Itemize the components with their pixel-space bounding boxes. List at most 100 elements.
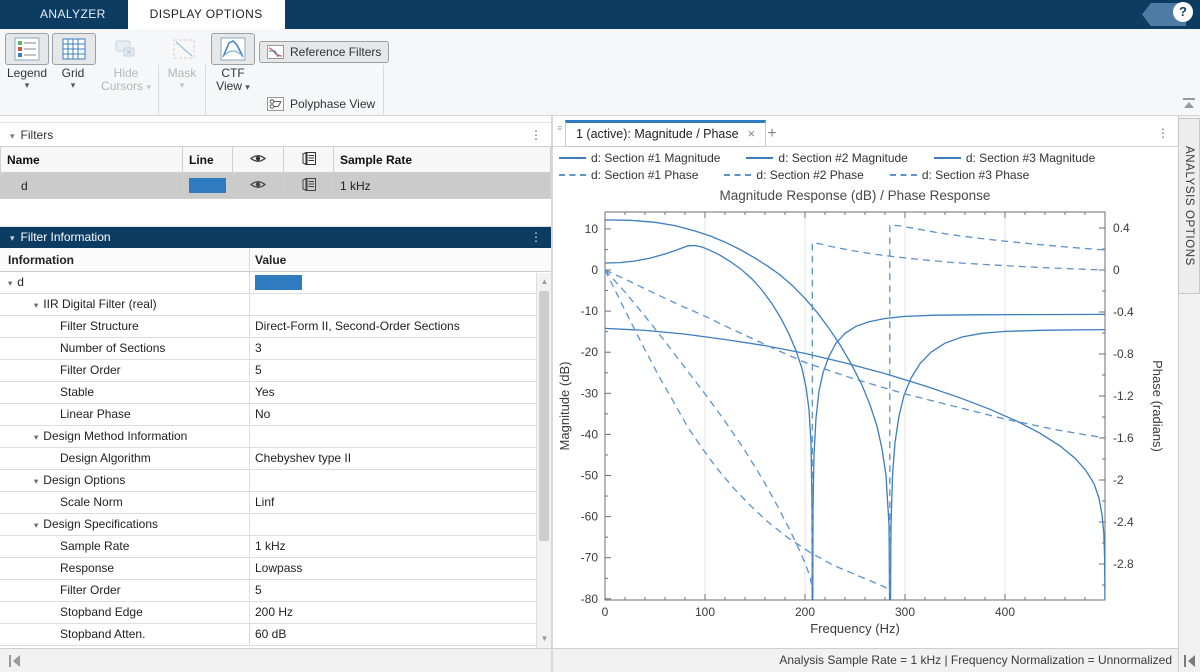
info-row[interactable]: Filter Order5 [0,360,551,382]
info-row-value [255,272,535,294]
info-row[interactable]: ResponseLowpass [0,558,551,580]
col-sample-rate[interactable]: Sample Rate [334,147,551,173]
tree-collapse-icon[interactable]: ▾ [34,432,38,442]
legend-item[interactable]: d: Section #3 Magnitude [934,151,1095,165]
info-row-label: Sample Rate [0,536,129,558]
filter-info-toggle[interactable] [284,173,334,199]
svg-text:0: 0 [1113,263,1120,277]
filter-info-scrollbar[interactable]: ▲ ▼ [536,273,551,648]
scroll-up-icon[interactable]: ▲ [537,275,552,289]
grid-button[interactable]: Grid ▾ [52,33,94,90]
info-row-label: Stable [0,382,94,404]
info-row-label: Number of Sections [0,338,165,360]
info-row[interactable]: ▾d [0,272,551,294]
legend-item[interactable]: d: Section #2 Magnitude [746,151,907,165]
scroll-down-icon[interactable]: ▼ [537,632,552,646]
filters-panel-header[interactable]: ▾Filters ⋮ [0,122,551,146]
legend-item[interactable]: d: Section #3 Phase [890,168,1029,182]
filter-line-swatch[interactable] [189,178,226,193]
svg-text:-0.8: -0.8 [1113,347,1134,361]
info-row[interactable]: Linear PhaseNo [0,404,551,426]
legend-item[interactable]: d: Section #1 Magnitude [559,151,720,165]
legend-item-label: d: Section #1 Phase [591,168,698,182]
toolstrip-tabs: ANALYZERDISPLAY OPTIONS [18,0,285,29]
analysis-status-text: Analysis Sample Rate = 1 kHz | Frequency… [779,653,1172,667]
info-row-label: ▾Design Options [0,470,125,492]
info-row[interactable]: StableYes [0,382,551,404]
polyphase-view-button[interactable]: Polyphase View [259,93,383,115]
svg-text:-1.6: -1.6 [1113,431,1134,445]
tree-collapse-icon[interactable]: ▾ [34,520,38,530]
info-row-value: 5 [255,580,535,602]
svg-text:-0.4: -0.4 [1113,305,1134,319]
info-row[interactable]: Scale NormLinf [0,492,551,514]
info-row[interactable]: Filter Order5 [0,580,551,602]
legend-item[interactable]: d: Section #2 Phase [724,168,863,182]
tree-collapse-icon[interactable]: ▾ [34,476,38,486]
info-row-value [255,514,535,536]
collapse-options-icon[interactable] [1181,96,1197,110]
filter-visibility-toggle[interactable] [233,173,284,199]
info-row[interactable]: Stopband Edge200 Hz [0,602,551,624]
analysis-options-tab[interactable]: ANALYSIS OPTIONS [1178,118,1200,294]
col-information[interactable]: Information [8,248,74,272]
info-row[interactable]: Stopband Atten.60 dB [0,624,551,646]
collapse-left-panel-icon[interactable] [8,654,22,668]
filter-info-header[interactable]: ▾Filter Information ⋮ [0,227,551,248]
restore-panel-icon[interactable] [1183,654,1197,668]
svg-text:-10: -10 [581,304,599,318]
col-info[interactable] [284,147,334,173]
scrollbar-thumb[interactable] [539,291,549,541]
info-row[interactable]: ▾IIR Digital Filter (real) [0,294,551,316]
info-row-value: 3 [255,338,535,360]
tree-collapse-icon[interactable]: ▾ [34,300,38,310]
grid-label: Grid [52,67,94,80]
col-visibility[interactable] [233,147,284,173]
legend-item[interactable]: d: Section #1 Phase [559,168,698,182]
new-display-button[interactable]: + [761,124,783,144]
legend-button[interactable]: Legend ▾ [4,33,50,90]
tree-collapse-icon[interactable]: ▾ [8,278,12,288]
filter-info-body: ▾d▾IIR Digital Filter (real)Filter Struc… [0,272,551,646]
info-row[interactable]: ▾Design Method Information [0,426,551,448]
ctf-label2: View [216,79,242,93]
filter-row-d[interactable]: d 1 kHz [1,173,551,199]
hide-cursors-caret: ▾ [146,82,151,92]
svg-text:200: 200 [795,605,815,619]
tab-display-options[interactable]: DISPLAY OPTIONS [128,0,285,29]
info-row[interactable]: Sample Rate1 kHz [0,536,551,558]
filters-collapse-icon[interactable]: ▾ [10,131,15,141]
filters-menu-icon[interactable]: ⋮ [529,123,543,147]
info-row-value: Direct-Form II, Second-Order Sections [255,316,535,338]
legend-item-label: d: Section #3 Phase [922,168,1029,182]
mask-icon [171,37,197,61]
col-name[interactable]: Name [1,147,183,173]
ctf-view-button[interactable]: CTF View ▾ [210,33,256,93]
filters-empty-area [0,199,551,227]
info-row[interactable]: Design AlgorithmChebyshev type II [0,448,551,470]
panel-grip-icon[interactable]: ≡ [557,126,565,140]
info-row[interactable]: Number of Sections 3 [0,338,551,360]
display-tab-1[interactable]: 1 (active): Magnitude / Phase × [565,120,766,147]
reference-filters-button[interactable]: Reference Filters [259,41,389,63]
tab-close-icon[interactable]: × [748,126,756,141]
col-value[interactable]: Value [255,248,286,272]
svg-text:-50: -50 [581,469,599,483]
display-menu-icon[interactable]: ⋮ [1156,120,1170,147]
info-row[interactable]: ▾Design Options [0,470,551,492]
hide-cursors-button: Hide Cursors ▾ [98,33,154,93]
grid-icon [61,37,87,61]
tab-analyzer[interactable]: ANALYZER [18,0,128,29]
svg-text:-60: -60 [581,510,599,524]
info-row[interactable]: ▾Design Specifications [0,514,551,536]
help-button[interactable]: ? [1173,2,1193,22]
col-line[interactable]: Line [183,147,233,173]
filter-info-menu-icon[interactable]: ⋮ [529,227,543,248]
info-row[interactable]: Filter StructureDirect-Form II, Second-O… [0,316,551,338]
display-tab-label: 1 (active): Magnitude / Phase [576,127,739,141]
filter-info-collapse-icon[interactable]: ▾ [10,233,15,243]
info-row-label: ▾Design Method Information [0,426,187,448]
info-row-value: Linf [255,492,535,514]
legend-caret: ▾ [4,80,50,90]
info-row-label: Stopband Atten. [0,624,145,646]
